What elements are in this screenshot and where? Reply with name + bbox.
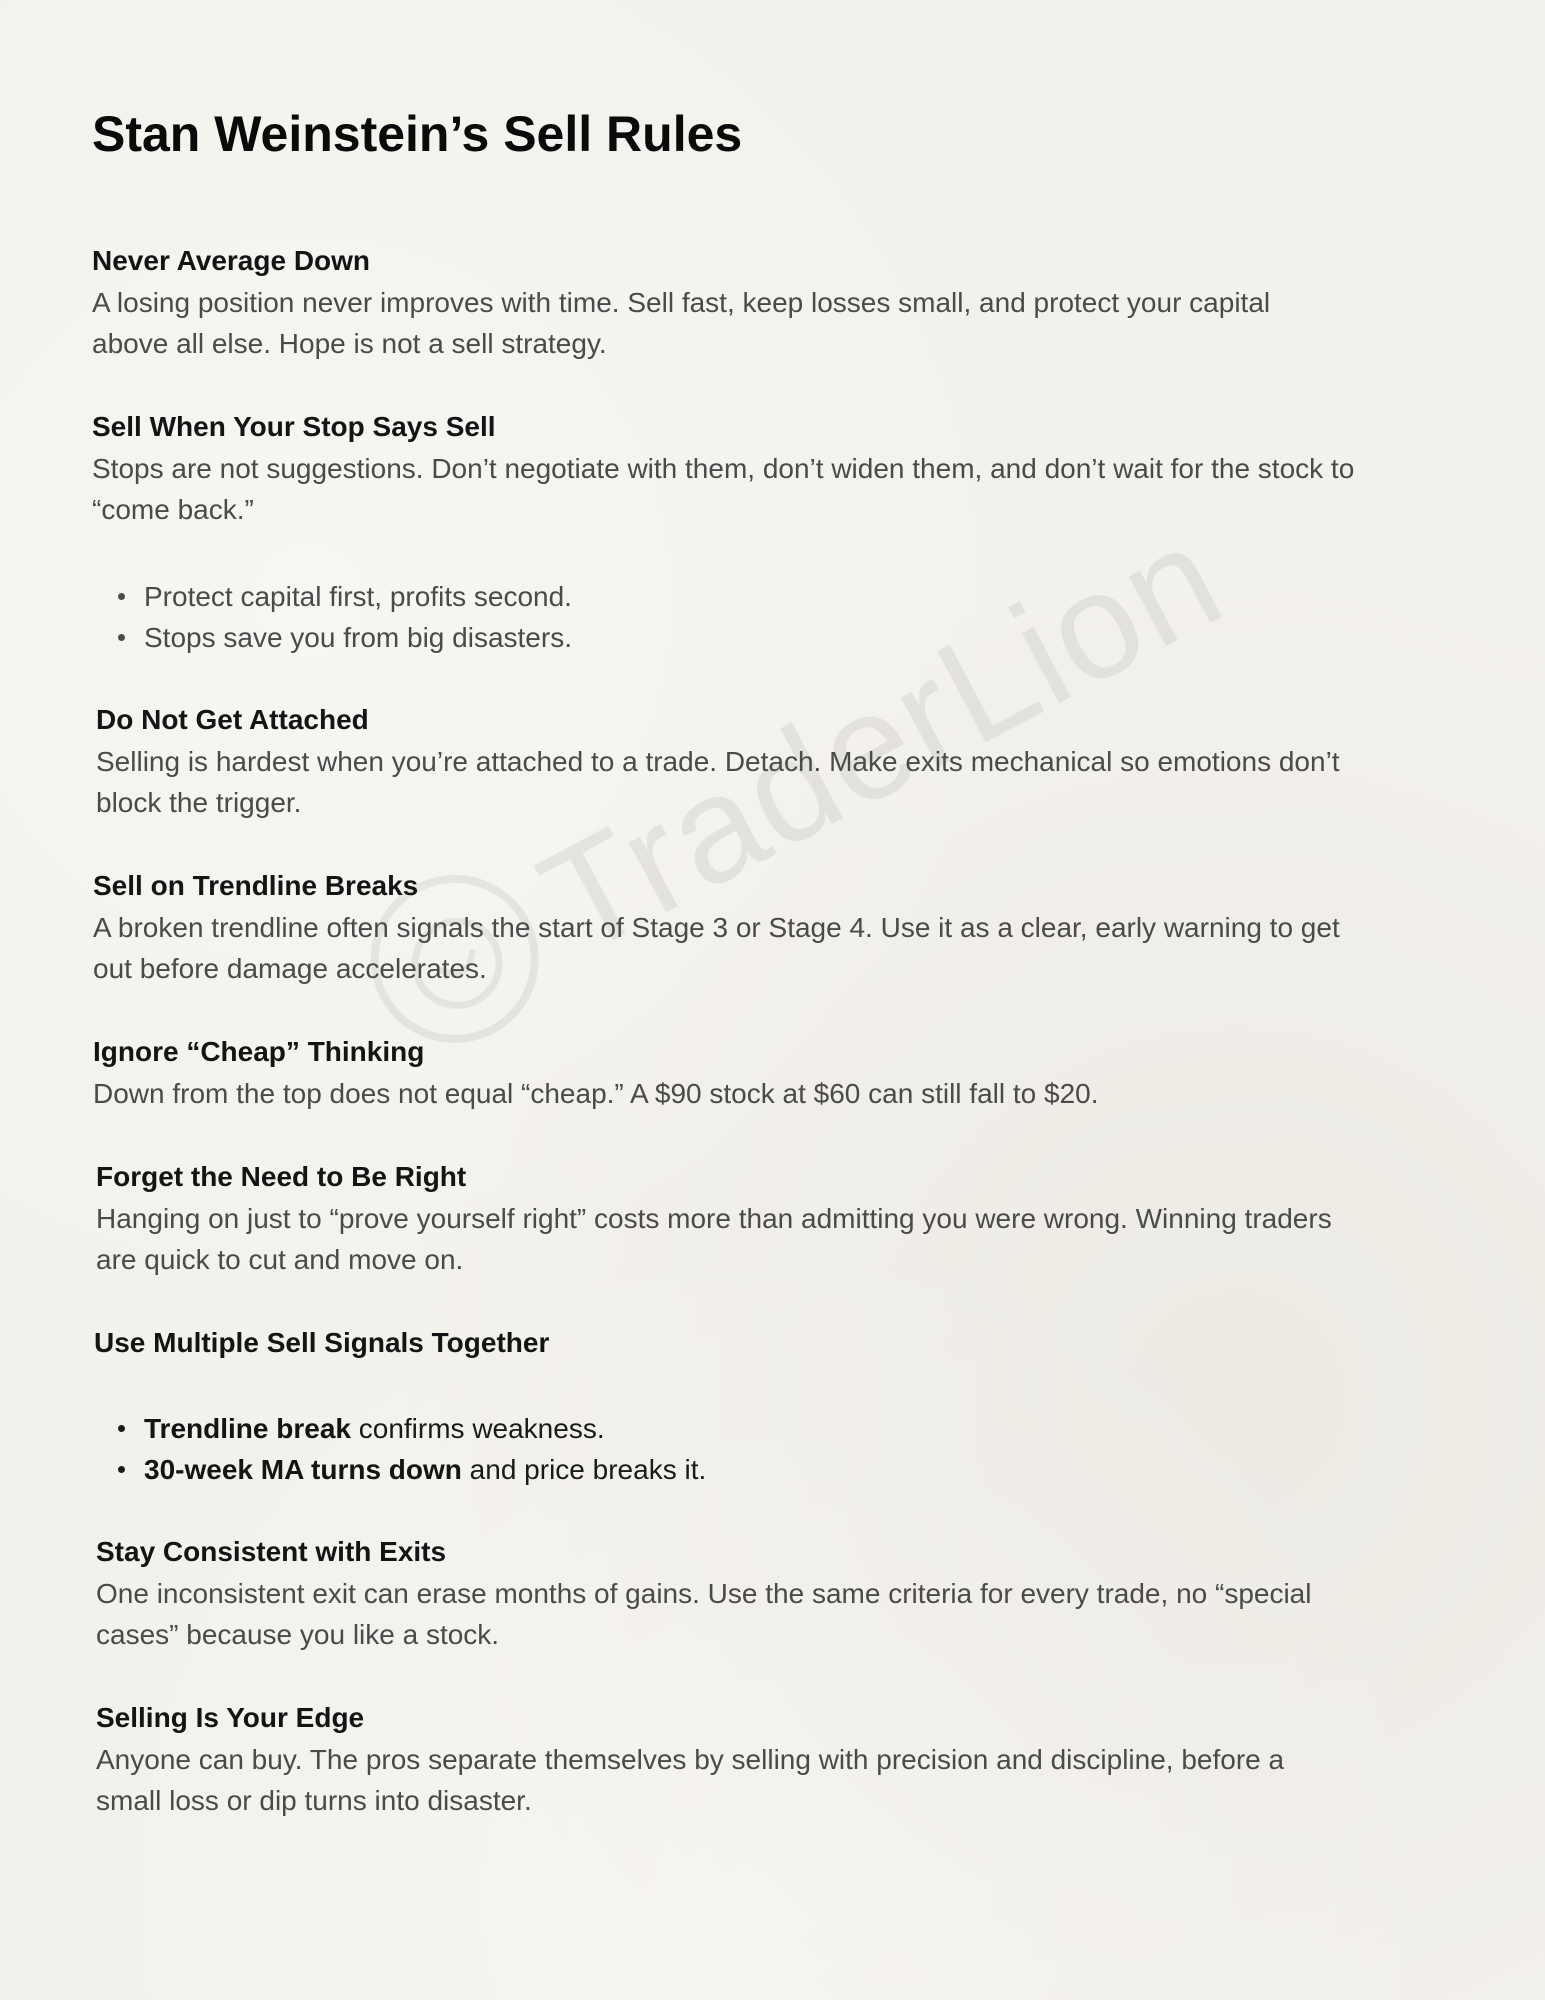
- section-heading: Forget the Need to Be Right: [96, 1161, 467, 1192]
- body-line: One inconsistent exit can erase months o…: [96, 1578, 1312, 1609]
- bullet-list: Protect capital first, profits second. S…: [118, 576, 572, 658]
- body-line: Hanging on just to “prove yourself right…: [96, 1203, 1332, 1234]
- body-line: out before damage accelerates.: [93, 953, 487, 984]
- section-heading: Ignore “Cheap” Thinking: [93, 1036, 425, 1067]
- section-body: Hanging on just to “prove yourself right…: [96, 1198, 1476, 1280]
- body-line: Anyone can buy. The pros separate themse…: [96, 1744, 1285, 1775]
- body-line: A losing position never improves with ti…: [92, 287, 1271, 318]
- list-item: 30-week MA turns down and price breaks i…: [118, 1449, 706, 1490]
- body-line: Stops are not suggestions. Don’t negotia…: [92, 453, 1355, 484]
- section-heading: Do Not Get Attached: [96, 704, 369, 735]
- section-heading: Stay Consistent with Exits: [96, 1536, 447, 1567]
- bullet-dot-icon: [118, 593, 125, 600]
- section-body: Selling is hardest when you’re attached …: [96, 741, 1476, 823]
- section-ignore-cheap-thinking: Ignore “Cheap” Thinking Down from the to…: [93, 1033, 1473, 1114]
- body-line: Selling is hardest when you’re attached …: [96, 746, 1340, 777]
- list-item: Trendline break confirms weakness.: [118, 1408, 706, 1449]
- section-body: Down from the top does not equal “cheap.…: [93, 1073, 1473, 1114]
- section-heading: Never Average Down: [92, 245, 371, 276]
- section-heading: Sell on Trendline Breaks: [93, 870, 419, 901]
- bullet-dot-icon: [118, 1425, 125, 1432]
- section-sell-on-trendline-breaks: Sell on Trendline Breaks A broken trendl…: [93, 867, 1473, 989]
- section-heading: Sell When Your Stop Says Sell: [92, 411, 496, 442]
- bullet-dot-icon: [118, 1466, 125, 1473]
- bullet-list: Trendline break confirms weakness. 30-we…: [118, 1408, 706, 1490]
- section-body: One inconsistent exit can erase months o…: [96, 1573, 1476, 1655]
- section-body: A broken trendline often signals the sta…: [93, 907, 1473, 989]
- section-forget-need-to-be-right: Forget the Need to Be Right Hanging on j…: [96, 1158, 1476, 1280]
- body-line: are quick to cut and move on.: [96, 1244, 464, 1275]
- section-stay-consistent-with-exits: Stay Consistent with Exits One inconsist…: [96, 1533, 1476, 1655]
- section-body: Anyone can buy. The pros separate themse…: [96, 1739, 1476, 1821]
- body-line: cases” because you like a stock.: [96, 1619, 500, 1650]
- section-body: Stops are not suggestions. Don’t negotia…: [92, 448, 1472, 530]
- page-title: Stan Weinstein’s Sell Rules: [92, 106, 743, 162]
- body-line: A broken trendline often signals the sta…: [93, 912, 1340, 943]
- body-line: Down from the top does not equal “cheap.…: [93, 1078, 1099, 1109]
- section-sell-when-stop-says-sell: Sell When Your Stop Says Sell Stops are …: [92, 408, 1472, 530]
- list-item: Stops save you from big disasters.: [118, 617, 572, 658]
- list-item: Protect capital first, profits second.: [118, 576, 572, 617]
- section-do-not-get-attached: Do Not Get Attached Selling is hardest w…: [96, 701, 1476, 823]
- section-selling-is-your-edge: Selling Is Your Edge Anyone can buy. The…: [96, 1699, 1476, 1821]
- section-never-average-down: Never Average Down A losing position nev…: [92, 242, 1472, 364]
- body-line: small loss or dip turns into disaster.: [96, 1785, 532, 1816]
- body-line: “come back.”: [92, 494, 254, 525]
- section-multiple-sell-signals: Use Multiple Sell Signals Together: [94, 1324, 1474, 1362]
- body-line: block the trigger.: [96, 787, 302, 818]
- body-line: above all else. Hope is not a sell strat…: [92, 328, 607, 359]
- section-heading: Use Multiple Sell Signals Together: [94, 1327, 550, 1358]
- section-heading: Selling Is Your Edge: [96, 1702, 365, 1733]
- section-body: A losing position never improves with ti…: [92, 282, 1472, 364]
- bullet-dot-icon: [118, 634, 125, 641]
